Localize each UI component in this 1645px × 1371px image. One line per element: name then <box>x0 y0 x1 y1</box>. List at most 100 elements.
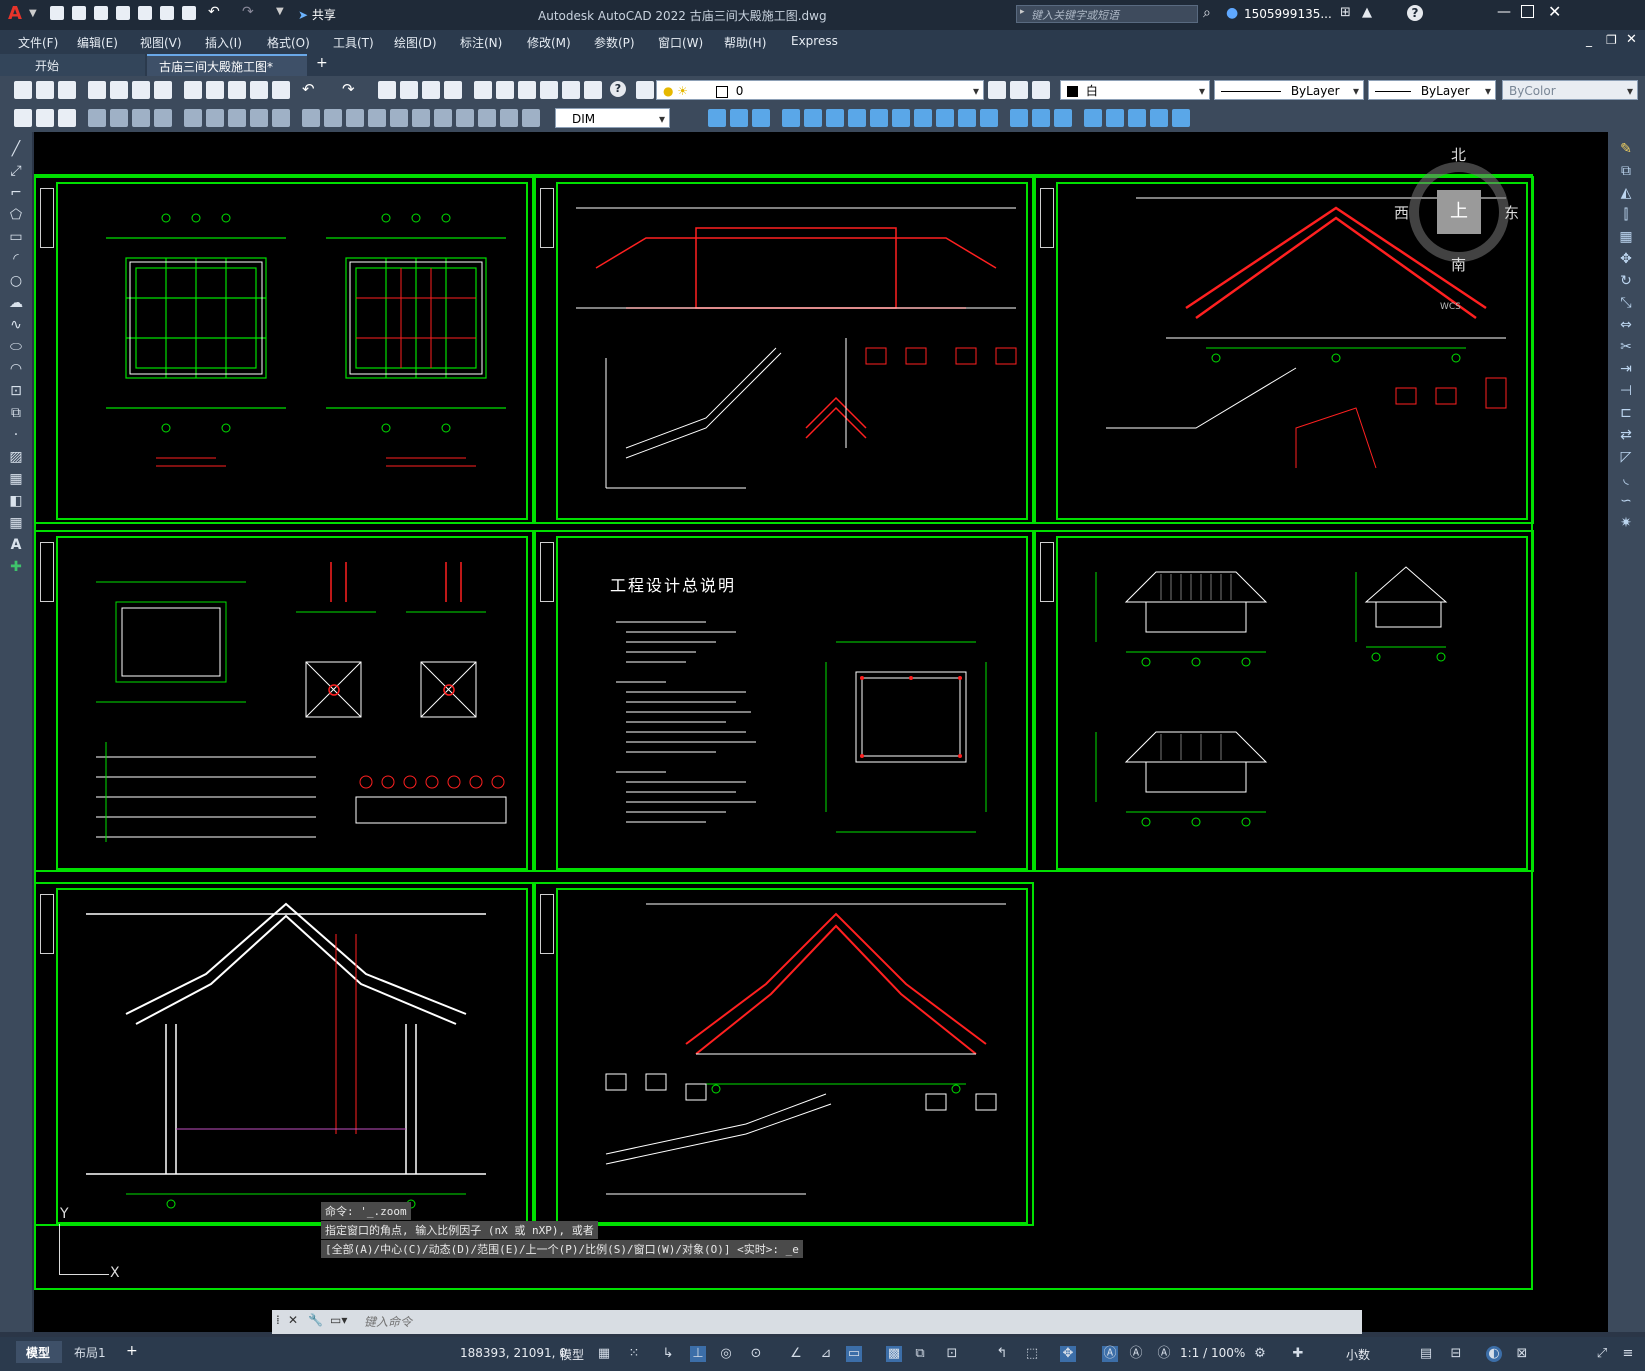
table-icon[interactable]: ▦ <box>7 514 25 532</box>
save-as-icon[interactable] <box>116 6 130 20</box>
arc-length-icon[interactable] <box>58 109 76 127</box>
tab-drawing[interactable]: 古庙三间大殿施工图* <box>147 54 307 76</box>
help-icon[interactable]: ? <box>1407 5 1423 21</box>
doc-restore-icon[interactable]: ❐ <box>1606 33 1617 47</box>
publish-icon[interactable] <box>132 81 150 99</box>
paste-icon[interactable] <box>228 81 246 99</box>
grid-icon[interactable]: ▦ <box>596 1346 612 1362</box>
presspull-icon[interactable] <box>914 109 932 127</box>
line-icon[interactable]: ╱ <box>7 140 25 158</box>
extrude-icon[interactable] <box>892 109 910 127</box>
markup-icon[interactable] <box>562 81 580 99</box>
sheet-set-icon[interactable] <box>540 81 558 99</box>
drawing-canvas[interactable]: 工程设计总说明 上 北 南 西 东 WCS Y X 命令: '_.zoom 指定… <box>34 132 1608 1332</box>
cone-icon[interactable] <box>752 109 770 127</box>
dim-style-icon[interactable] <box>478 109 496 127</box>
annotation-scale-value[interactable]: 1:1 / 100% <box>1180 1346 1245 1360</box>
sphere-icon[interactable] <box>782 109 800 127</box>
infer-constraints-icon[interactable]: ↳ <box>660 1346 676 1362</box>
menu-draw[interactable]: 绘图(D) <box>394 34 437 51</box>
extend-icon[interactable]: ⇥ <box>1617 360 1635 378</box>
annotation-visibility-icon[interactable]: Ⓐ <box>1102 1346 1118 1362</box>
scale-icon[interactable]: ⤡ <box>1617 294 1635 312</box>
fillet-icon[interactable]: ◟ <box>1617 470 1635 488</box>
3d-move-icon[interactable] <box>1084 109 1102 127</box>
intersect-icon[interactable] <box>1054 109 1072 127</box>
circle-icon[interactable]: ○ <box>7 272 25 290</box>
mtext-icon[interactable]: A <box>7 536 25 554</box>
explode-icon[interactable]: ✷ <box>1617 514 1635 532</box>
color-dropdown[interactable]: 白 ▾ <box>1060 80 1210 100</box>
3d-align-icon[interactable] <box>1128 109 1146 127</box>
isolate-objects-icon[interactable]: ◐ <box>1486 1346 1502 1362</box>
hatch-icon[interactable]: ▨ <box>7 448 25 466</box>
subtract-icon[interactable] <box>1032 109 1050 127</box>
plotstyle-dropdown[interactable]: ByColor ▾ <box>1502 80 1638 100</box>
viewcube-top-face[interactable]: 上 <box>1437 190 1481 234</box>
redo-toolbar-icon[interactable]: ↷ <box>342 80 355 98</box>
union-icon[interactable] <box>1010 109 1028 127</box>
rotate-icon[interactable]: ↻ <box>1617 272 1635 290</box>
minimize-icon[interactable]: — <box>1497 4 1511 20</box>
region-icon[interactable]: ◧ <box>7 492 25 510</box>
dim-reassociate-icon[interactable] <box>522 109 540 127</box>
doc-minimize-icon[interactable]: _ <box>1586 33 1592 47</box>
break-icon[interactable]: ⊏ <box>1617 404 1635 422</box>
viewcube-west[interactable]: 西 <box>1394 202 1409 223</box>
object-snap-tracking-icon[interactable]: ∠ <box>788 1346 804 1362</box>
save-web-icon[interactable] <box>160 6 174 20</box>
blend-curves-icon[interactable]: ∽ <box>1617 492 1635 510</box>
zoom-realtime-icon[interactable] <box>400 81 418 99</box>
quickcalc-icon[interactable] <box>584 81 602 99</box>
continue-dim-icon[interactable] <box>250 109 268 127</box>
gradient-icon[interactable]: ▦ <box>7 470 25 488</box>
menu-help[interactable]: 帮助(H) <box>724 34 766 51</box>
customization-icon[interactable]: ≡ <box>1620 1346 1636 1362</box>
menu-modify[interactable]: 修改(M) <box>527 34 571 51</box>
selection-cycling-icon[interactable]: ⧉ <box>912 1346 928 1362</box>
dim-space-icon[interactable] <box>272 109 290 127</box>
workspace-gear-icon[interactable]: ⚙ <box>1252 1346 1268 1362</box>
polygon-icon[interactable]: ⬠ <box>7 206 25 224</box>
new-icon[interactable] <box>50 6 64 20</box>
join-icon[interactable]: ⇄ <box>1617 426 1635 444</box>
viewcube-east[interactable]: 东 <box>1504 202 1519 223</box>
share-button[interactable]: ➤ 共享 <box>298 6 336 23</box>
3d-osnap-icon[interactable]: ⊡ <box>944 1346 960 1362</box>
baseline-dim-icon[interactable] <box>228 109 246 127</box>
coordinates-readout[interactable]: 188393, 21091, 0 <box>460 1346 567 1360</box>
linetype-dropdown[interactable]: ByLayer ▾ <box>1214 80 1364 100</box>
user-icon[interactable]: ● <box>1226 5 1238 21</box>
gizmo-icon[interactable]: ✥ <box>1060 1346 1076 1362</box>
dim-override-icon[interactable] <box>500 109 518 127</box>
viewcube-south[interactable]: 南 <box>1451 254 1466 275</box>
diameter-dim-icon[interactable] <box>154 109 172 127</box>
trim-icon[interactable]: ✂ <box>1617 338 1635 356</box>
hardware-acceleration-icon[interactable]: ⊠ <box>1514 1346 1530 1362</box>
3d-rotate-icon[interactable] <box>1106 109 1124 127</box>
tool-palettes-icon[interactable] <box>518 81 536 99</box>
layer-state-icon[interactable] <box>1032 81 1050 99</box>
cylinder-icon[interactable] <box>804 109 822 127</box>
layer-manager-icon[interactable] <box>636 81 654 99</box>
inspection-icon[interactable] <box>368 109 386 127</box>
3d-array-icon[interactable] <box>1150 109 1168 127</box>
jogged-dim-icon[interactable] <box>132 109 150 127</box>
annotation-scale-icon[interactable]: Ⓐ <box>1156 1346 1172 1362</box>
erase-icon[interactable]: ✎ <box>1617 140 1635 158</box>
match-properties-icon[interactable] <box>250 81 268 99</box>
menu-format[interactable]: 格式(O) <box>267 34 310 51</box>
construction-line-icon[interactable]: ⤢ <box>7 162 25 180</box>
menu-edit[interactable]: 编辑(E) <box>77 34 118 51</box>
zoom-previous-icon[interactable] <box>444 81 462 99</box>
command-close-icon[interactable]: ✕ <box>288 1313 298 1327</box>
save-icon[interactable] <box>94 6 108 20</box>
ordinate-dim-icon[interactable] <box>88 109 106 127</box>
pan-icon[interactable] <box>378 81 396 99</box>
autodesk-apps-icon[interactable]: ▲ <box>1362 5 1372 20</box>
loft-icon[interactable] <box>980 109 998 127</box>
block-editor-icon[interactable] <box>272 81 290 99</box>
user-name[interactable]: 1505999135... <box>1244 7 1332 21</box>
search-field[interactable]: ▸ 键入关键字或短语 <box>1016 5 1198 23</box>
arc-icon[interactable]: ◜ <box>7 250 25 268</box>
